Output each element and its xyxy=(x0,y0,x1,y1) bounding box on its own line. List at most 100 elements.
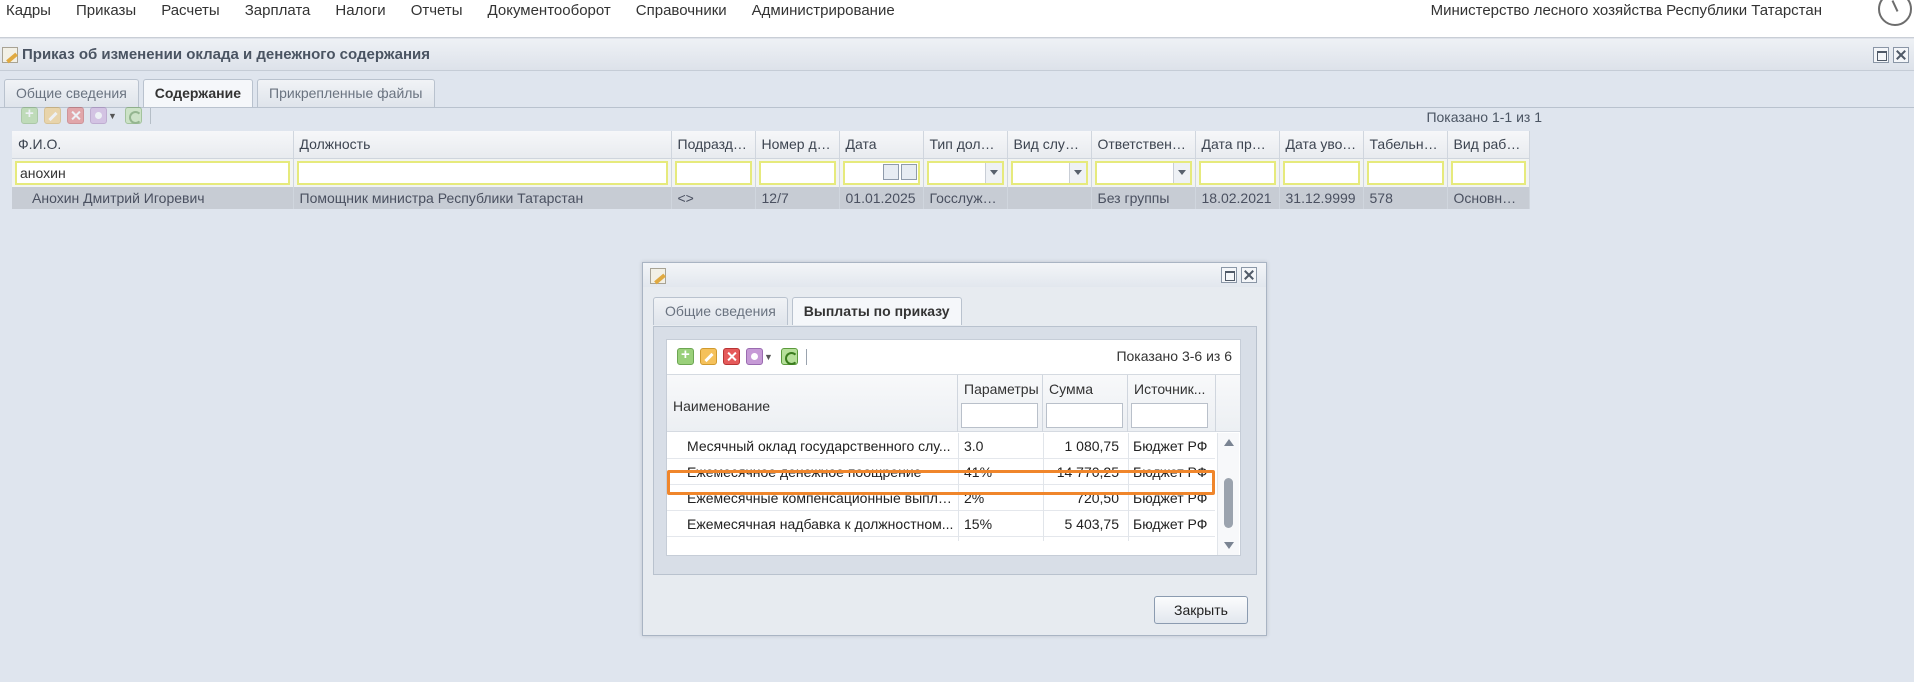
responsible-filter-select[interactable] xyxy=(1094,160,1192,185)
col-dismissal-date[interactable]: Дата увольн... xyxy=(1279,131,1364,159)
list-item[interactable]: Ежемесячная надбавка к должностном... 15… xyxy=(667,511,1215,537)
chevron-down-icon[interactable] xyxy=(1068,162,1086,183)
refresh-icon[interactable] xyxy=(780,348,798,365)
cell-responsible: Без группы xyxy=(1091,187,1196,209)
edit-icon[interactable] xyxy=(700,348,717,365)
window-title-bar: Приказ об изменении оклада и денежного с… xyxy=(0,39,1914,71)
payments-dialog: Общие сведения Выплаты по приказу ▼ Пока… xyxy=(642,262,1267,636)
delete-icon[interactable] xyxy=(67,107,84,124)
cell-position: Помощник министра Республики Татарстан xyxy=(293,187,672,209)
close-icon[interactable] xyxy=(1241,267,1257,283)
document-edit-icon xyxy=(2,47,18,63)
col-department[interactable]: Подразделе... xyxy=(671,131,756,159)
col-agreement-number[interactable]: Номер доп. ... xyxy=(755,131,840,159)
add-icon[interactable] xyxy=(677,346,694,365)
calendar-icon[interactable] xyxy=(882,163,899,180)
col-sum[interactable]: Сумма xyxy=(1043,375,1128,432)
tab-general[interactable]: Общие сведения xyxy=(653,297,788,325)
employee-kind-filter-select[interactable] xyxy=(1010,160,1088,185)
fio-filter-input[interactable]: анохин xyxy=(15,160,290,185)
col-personnel-number[interactable]: Табельный ... xyxy=(1363,131,1448,159)
menu-item-zarplata[interactable]: Зарплата xyxy=(245,2,311,20)
menu-item-raschety[interactable]: Расчеты xyxy=(161,2,220,20)
col-fio[interactable]: Ф.И.О. xyxy=(12,131,294,159)
main-menu: Кадры Приказы Расчеты Зарплата Налоги От… xyxy=(6,2,920,20)
restore-icon[interactable] xyxy=(1873,47,1889,63)
col-position-type[interactable]: Тип должно... xyxy=(923,131,1008,159)
source-filter-input[interactable] xyxy=(1131,403,1208,428)
department-filter-input[interactable] xyxy=(674,160,752,185)
grid-pager-status: Показано 1-1 из 1 xyxy=(1426,109,1542,125)
chevron-down-icon[interactable] xyxy=(1172,162,1190,183)
menu-item-kadry[interactable]: Кадры xyxy=(6,2,51,20)
hire-date-filter-input[interactable] xyxy=(1198,160,1276,185)
col-name-label: Наименование xyxy=(673,398,771,414)
table-header-row: Ф.И.О. Должность Подразделе... Номер доп… xyxy=(12,131,1530,159)
position-filter-input[interactable] xyxy=(296,160,668,185)
menu-item-dokumentooborot[interactable]: Документооборот xyxy=(488,2,611,20)
menu-item-otchety[interactable]: Отчеты xyxy=(411,2,463,20)
cell-employee-kind xyxy=(1007,187,1092,209)
payments-scrollbar[interactable] xyxy=(1217,433,1239,555)
tab-content-panel: ▼ Показано 3-6 из 6 Наименование Парамет… xyxy=(653,326,1257,575)
menu-item-spravochniki[interactable]: Справочники xyxy=(636,2,727,20)
col-source[interactable]: Источник... xyxy=(1128,375,1216,432)
chevron-down-icon[interactable]: ▼ xyxy=(764,352,773,362)
agreement-number-filter-input[interactable] xyxy=(758,160,836,185)
list-item[interactable]: Месячный оклад государственного слу... 3… xyxy=(667,433,1215,459)
cell-work-type: Основная р... xyxy=(1447,187,1530,209)
add-icon[interactable] xyxy=(21,105,38,124)
col-hire-date[interactable]: Дата приема xyxy=(1195,131,1280,159)
toolbar-separator xyxy=(805,348,807,365)
cell-date: 01.01.2025 xyxy=(839,187,924,209)
document-edit-icon xyxy=(650,268,666,284)
dialog-tabs: Общие сведения Выплаты по приказу xyxy=(653,297,966,325)
menu-item-nalogi[interactable]: Налоги xyxy=(335,2,385,20)
sum-filter-input[interactable] xyxy=(1046,403,1123,428)
clock-icon[interactable] xyxy=(1878,0,1912,26)
cell-source: Бюджет РФ xyxy=(1133,516,1208,532)
edit-icon[interactable] xyxy=(44,107,61,124)
scrollbar-thumb[interactable] xyxy=(1224,478,1233,528)
date-filter-input[interactable] xyxy=(842,160,920,185)
col-work-type[interactable]: Вид работы xyxy=(1447,131,1530,159)
organization-name: Министерство лесного хозяйства Республик… xyxy=(1430,2,1822,19)
chevron-down-icon[interactable]: ▼ xyxy=(108,111,117,121)
col-employee-kind[interactable]: Вид служащ... xyxy=(1007,131,1092,159)
cell-hire-date: 18.02.2021 xyxy=(1195,187,1280,209)
col-position[interactable]: Должность xyxy=(293,131,672,159)
personnel-number-filter-input[interactable] xyxy=(1366,160,1444,185)
close-icon[interactable] xyxy=(1893,47,1909,63)
scroll-down-icon[interactable] xyxy=(1224,542,1234,549)
filter-row: анохин xyxy=(12,158,1530,187)
parameters-filter-input[interactable] xyxy=(961,403,1038,428)
position-type-filter-select[interactable] xyxy=(926,160,1004,185)
chevron-down-icon[interactable] xyxy=(984,162,1002,183)
scroll-up-icon[interactable] xyxy=(1224,439,1234,446)
cell-source: Бюджет РФ xyxy=(1133,438,1208,454)
actions-menu-icon[interactable] xyxy=(746,348,763,365)
cell-sum: 1 080,75 xyxy=(1064,438,1120,454)
cell-parameters: 3.0 xyxy=(964,438,984,454)
top-menu-bar: Кадры Приказы Расчеты Зарплата Налоги От… xyxy=(0,0,1914,38)
work-type-filter-input[interactable] xyxy=(1450,160,1526,185)
menu-item-administrirovanie[interactable]: Администрирование xyxy=(752,2,895,20)
payments-pager-status: Показано 3-6 из 6 xyxy=(1116,348,1232,364)
maximize-icon[interactable] xyxy=(1221,267,1237,283)
actions-menu-icon[interactable] xyxy=(90,107,107,124)
dialog-body: Общие сведения Выплаты по приказу ▼ Пока… xyxy=(653,297,1257,575)
col-parameters[interactable]: Параметры xyxy=(958,375,1043,432)
cell-department: <> xyxy=(671,187,756,209)
menu-item-prikazy[interactable]: Приказы xyxy=(76,2,136,20)
delete-icon[interactable] xyxy=(723,348,740,365)
col-name[interactable]: Наименование xyxy=(667,375,958,432)
dismissal-date-filter-input[interactable] xyxy=(1282,160,1360,185)
table-row[interactable]: Анохин Дмитрий Игоревич Помощник министр… xyxy=(12,187,1530,209)
col-date[interactable]: Дата xyxy=(839,131,924,159)
cell-position-type: Госслужащие xyxy=(923,187,1008,209)
calendar-clear-icon[interactable] xyxy=(900,163,917,180)
col-responsible[interactable]: Ответственный ... xyxy=(1091,131,1196,159)
tab-order-payments[interactable]: Выплаты по приказу xyxy=(791,297,962,325)
refresh-icon[interactable] xyxy=(124,107,142,124)
close-button[interactable]: Закрыть xyxy=(1154,596,1248,624)
